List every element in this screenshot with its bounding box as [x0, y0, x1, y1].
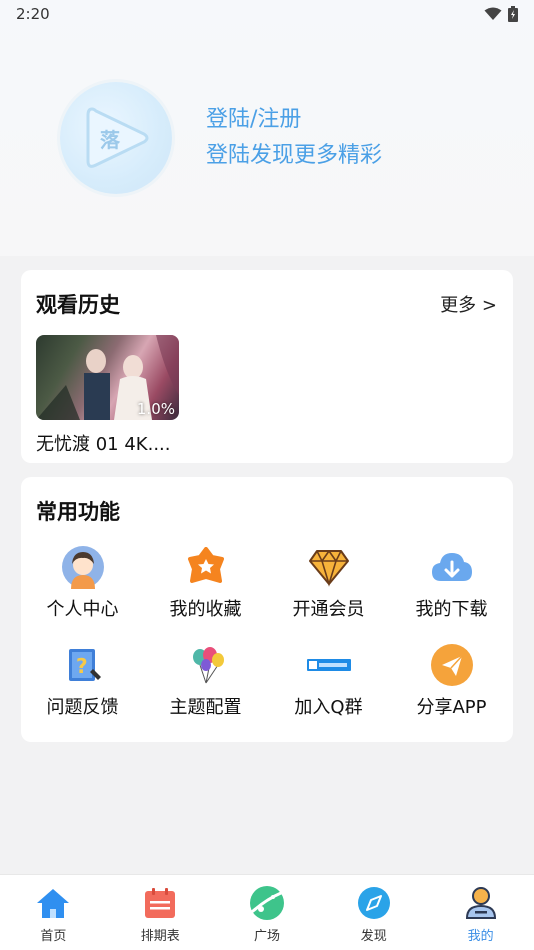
- wifi-icon: [484, 7, 502, 20]
- share-icon: [429, 643, 475, 687]
- history-progress: 1.0%: [136, 400, 175, 418]
- history-item-title: 无忧渡 01 4K....: [36, 434, 171, 455]
- calendar-icon: [142, 885, 178, 921]
- function-join-qq-group[interactable]: 加入Q群: [267, 643, 390, 741]
- user-center-icon: [60, 545, 106, 589]
- tab-mine[interactable]: 我的: [427, 875, 534, 950]
- compass-icon: [356, 885, 392, 921]
- tab-label: 广场: [253, 929, 280, 944]
- app-logo-avatar[interactable]: 落: [60, 82, 172, 194]
- profile-header[interactable]: 落 登陆/注册 登陆发现更多精彩: [60, 82, 382, 194]
- function-label: 分享APP: [416, 697, 487, 718]
- cloud-download-icon: [429, 545, 475, 589]
- watch-history-title: 观看历史: [36, 293, 120, 317]
- history-thumbnail[interactable]: 1.0%: [36, 335, 179, 420]
- history-item[interactable]: 1.0% 无忧渡 01 4K....: [36, 335, 179, 456]
- planet-icon: [249, 885, 285, 921]
- tab-home[interactable]: 首页: [0, 875, 107, 950]
- function-label: 主题配置: [169, 697, 242, 718]
- vip-diamond-icon: [306, 545, 352, 589]
- common-functions-title: 常用功能: [36, 500, 120, 524]
- function-vip[interactable]: 开通会员: [267, 545, 390, 643]
- function-grid: 个人中心 我的收藏 开通会员 我的下载 ? 问题反馈 主题配置 加入Q群 分享A…: [21, 545, 513, 741]
- function-share-app[interactable]: 分享APP: [390, 643, 513, 741]
- function-label: 问题反馈: [46, 697, 119, 718]
- tab-square[interactable]: 广场: [214, 875, 321, 950]
- login-register-link[interactable]: 登陆/注册: [206, 106, 382, 134]
- tab-label: 发现: [360, 929, 387, 944]
- play-logo-icon: 落: [86, 107, 149, 168]
- function-downloads[interactable]: 我的下载: [390, 545, 513, 643]
- svg-text:落: 落: [100, 128, 121, 152]
- tab-label: 排期表: [140, 929, 180, 944]
- tab-label: 首页: [40, 929, 67, 944]
- function-label: 我的下载: [415, 599, 488, 620]
- login-subtitle: 登陆发现更多精彩: [206, 143, 383, 168]
- login-texts[interactable]: 登陆/注册 登陆发现更多精彩: [206, 106, 382, 170]
- function-favorites[interactable]: 我的收藏: [144, 545, 267, 643]
- status-icons: [484, 6, 518, 22]
- bottom-tab-bar: 首页 排期表 广场 发现 我的: [0, 874, 534, 950]
- function-label: 开通会员: [292, 599, 365, 620]
- profile-icon: [463, 885, 499, 921]
- history-more-link[interactable]: 更多 >: [440, 291, 497, 317]
- function-theme[interactable]: 主题配置: [144, 643, 267, 741]
- balloons-icon: [183, 643, 229, 687]
- tab-discover[interactable]: 发现: [320, 875, 427, 950]
- function-label: 我的收藏: [169, 599, 242, 620]
- tab-label: 我的: [467, 929, 494, 944]
- status-time: 2:20: [16, 5, 50, 23]
- feedback-icon: ?: [60, 643, 106, 687]
- tab-schedule[interactable]: 排期表: [107, 875, 214, 950]
- home-icon: [35, 885, 71, 921]
- qq-group-icon: [306, 643, 352, 687]
- common-functions-card: 常用功能 个人中心 我的收藏 开通会员 我的下载 ? 问题反馈 主题配置 加入Q…: [21, 477, 513, 742]
- svg-text:?: ?: [76, 654, 88, 678]
- favorite-star-icon: [183, 545, 229, 589]
- battery-icon: [508, 6, 518, 22]
- function-user-center[interactable]: 个人中心: [21, 545, 144, 643]
- function-label: 个人中心: [46, 599, 119, 620]
- function-label: 加入Q群: [294, 697, 363, 718]
- function-feedback[interactable]: ? 问题反馈: [21, 643, 144, 741]
- status-bar: 2:20: [0, 0, 534, 28]
- watch-history-card: 观看历史 更多 > 1.0% 无忧渡 01 4K....: [21, 270, 513, 463]
